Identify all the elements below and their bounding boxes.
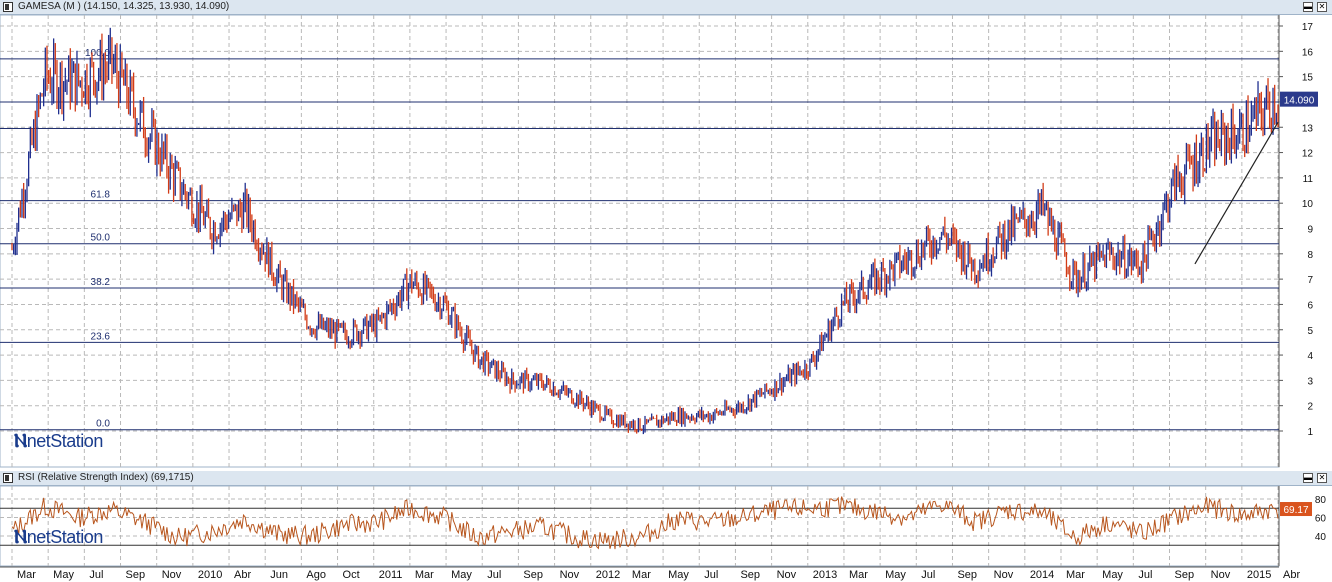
x-tick-label: Jul — [487, 569, 501, 581]
x-tick-label: May — [451, 569, 472, 581]
x-tick-label: Oct — [343, 569, 360, 581]
fib-level-label: 0.0 — [96, 419, 110, 430]
y-tick-label: 12 — [1302, 149, 1314, 160]
fib-level-label: 23.6 — [91, 331, 111, 342]
x-tick-label: Abr — [234, 569, 251, 581]
x-tick-label: Ago — [306, 569, 326, 581]
x-tick-label: Mar — [1066, 569, 1085, 581]
rsi-y-tick-label: 40 — [1315, 532, 1327, 543]
x-tick-label: Mar — [849, 569, 868, 581]
x-tick-label: Mar — [415, 569, 434, 581]
x-tick-label: 2010 — [198, 569, 222, 581]
fib-level-label: 100.0 — [85, 48, 110, 59]
x-tick-label: Sep — [957, 569, 977, 581]
x-tick-label: Nov — [560, 569, 580, 581]
x-tick-label: May — [53, 569, 74, 581]
y-tick-label: 17 — [1302, 22, 1314, 33]
x-tick-label: Nov — [994, 569, 1014, 581]
x-tick-label: Jul — [1138, 569, 1152, 581]
last-price-label: 14.090 — [1284, 96, 1315, 107]
chart-canvas: Mar May Jul Sep Nov 2010 Abr Jun Ago Oct 2011 Mar Ma… — [0, 14, 1327, 581]
price-plot-area — [0, 14, 1280, 468]
x-tick-label: Jul — [704, 569, 718, 581]
fib-level-label: 61.8 — [91, 190, 111, 201]
y-tick-label: 15 — [1302, 73, 1314, 84]
y-tick-label: 4 — [1307, 351, 1313, 362]
fib-level-label: 50.0 — [91, 233, 111, 244]
y-tick-label: 1 — [1307, 427, 1313, 438]
y-tick-label: 6 — [1307, 300, 1313, 311]
x-tick-label: Jul — [921, 569, 935, 581]
x-tick-label: 2014 — [1030, 569, 1054, 581]
x-tick-label: Sep — [1175, 569, 1195, 581]
y-tick-label: 16 — [1302, 47, 1314, 58]
y-tick-label: 13 — [1302, 123, 1314, 134]
fib-level-label: 38.2 — [91, 277, 111, 288]
x-tick-label: Abr — [1283, 569, 1300, 581]
x-tick-label: Mar — [17, 569, 36, 581]
x-tick-label: Jun — [270, 569, 288, 581]
x-tick-label: May — [1102, 569, 1123, 581]
y-tick-label: 8 — [1307, 250, 1313, 261]
y-tick-label: 3 — [1307, 376, 1313, 387]
netstation-logo-rsi: ⲚnetStation — [14, 527, 103, 549]
y-tick-label: 10 — [1302, 199, 1314, 210]
y-tick-label: 7 — [1307, 275, 1313, 286]
netstation-logo: ⲚnetStation — [14, 431, 103, 453]
n-logo-icon: Ⲛ — [14, 527, 27, 548]
x-tick-label: 2015 — [1247, 569, 1271, 581]
y-tick-label: 2 — [1307, 402, 1313, 413]
x-tick-label: May — [885, 569, 906, 581]
x-tick-label: Nov — [162, 569, 182, 581]
x-tick-label: 2011 — [379, 569, 403, 581]
y-tick-label: 9 — [1307, 225, 1313, 236]
rsi-y-tick-label: 60 — [1315, 514, 1327, 525]
x-tick-label: May — [668, 569, 689, 581]
logo-text: netStation — [26, 431, 104, 451]
x-tick-label: Sep — [740, 569, 760, 581]
y-tick-label: 11 — [1303, 174, 1314, 185]
rsi-y-tick-label: 80 — [1315, 495, 1327, 506]
x-tick-label: Sep — [523, 569, 543, 581]
x-tick-label: Jul — [89, 569, 103, 581]
chart-window: GAMESA (M ) (14.150, 14.325, 13.930, 14.… — [0, 0, 1332, 582]
x-tick-label: 2012 — [596, 569, 620, 581]
x-tick-label: Mar — [632, 569, 651, 581]
x-tick-label: Nov — [1211, 569, 1231, 581]
last-rsi-label: 69.17 — [1283, 505, 1308, 516]
logo-text: netStation — [26, 527, 104, 547]
x-tick-label: 2013 — [813, 569, 837, 581]
x-tick-label: Nov — [777, 569, 797, 581]
y-tick-label: 5 — [1307, 326, 1313, 337]
n-logo-icon: Ⲛ — [14, 431, 27, 452]
x-tick-label: Sep — [126, 569, 146, 581]
